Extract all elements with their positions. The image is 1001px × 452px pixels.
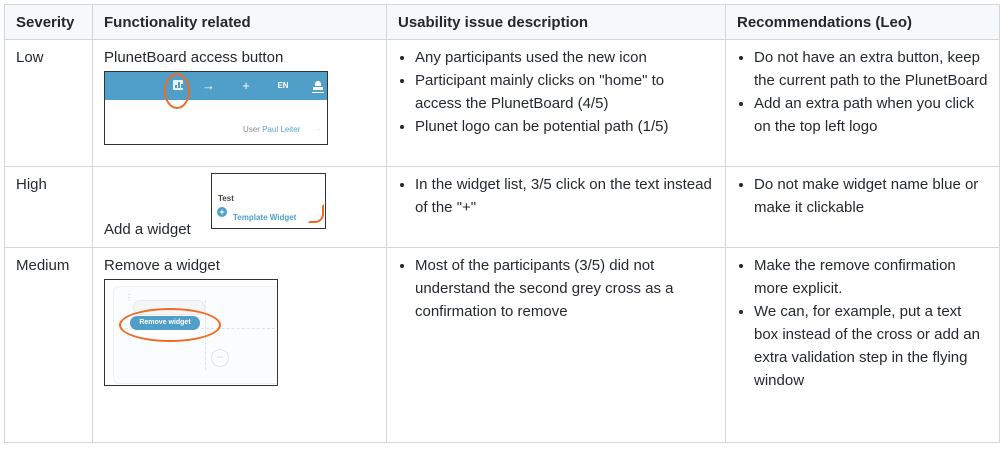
functionality-label: PlunetBoard access button <box>104 49 284 66</box>
plunetboard-toolbar-screenshot: → + EN User Paul Leiter → <box>104 71 328 145</box>
header-severity: Severity <box>4 4 93 40</box>
add-widget-screenshot: Test + Template Widget <box>211 173 326 229</box>
table-header-row: Severity Functionality related Usability… <box>4 4 1000 40</box>
description-list: In the widget list, 3/5 click on the tex… <box>398 173 714 219</box>
recommendation-item: Do not have an extra button, keep the cu… <box>754 46 988 92</box>
user-icon <box>312 72 324 100</box>
description-item: Plunet logo can be potential path (1/5) <box>415 115 714 138</box>
plus-icon: + <box>242 78 250 93</box>
severity-cell: Low <box>4 39 93 167</box>
grey-cross-icon: − <box>211 349 229 367</box>
table-row: Low PlunetBoard access button → + EN Use… <box>4 39 1000 167</box>
widget-name-link: Template Widget <box>233 213 297 222</box>
description-cell: Any participants used the new icon Parti… <box>386 39 726 167</box>
description-list: Most of the participants (3/5) did not u… <box>398 254 714 323</box>
user-name: Paul Leiter <box>262 125 301 134</box>
description-cell: Most of the participants (3/5) did not u… <box>386 247 726 443</box>
recommendations-list: Do not make widget name blue or make it … <box>737 173 988 219</box>
recommendation-item: We can, for example, put a text box inst… <box>754 300 988 392</box>
recommendations-list: Do not have an extra button, keep the cu… <box>737 46 988 138</box>
language-icon: EN <box>277 81 289 90</box>
toolbar-bar: → + EN <box>105 72 327 100</box>
functionality-label: Add a widget <box>104 221 191 238</box>
header-description: Usability issue description <box>386 4 726 40</box>
recommendation-item: Make the remove confirmation more explic… <box>754 254 988 300</box>
arrow-right-icon: → <box>202 78 215 93</box>
drag-handle-icon: ⋮ <box>125 293 133 302</box>
remove-widget-screenshot: ⋮ Remove widget − <box>104 279 278 386</box>
highlight-circle <box>164 73 190 109</box>
usability-issues-table: Severity Functionality related Usability… <box>4 4 1000 443</box>
recommendations-cell: Do not make widget name blue or make it … <box>725 166 1000 248</box>
description-item: Most of the participants (3/5) did not u… <box>415 254 714 323</box>
description-item: Participant mainly clicks on "home" to a… <box>415 69 714 115</box>
functionality-cell: Add a widget Test + Template Widget <box>92 166 387 248</box>
highlight-circle <box>119 308 221 342</box>
add-widget-icon: + <box>217 207 227 217</box>
description-item: In the widget list, 3/5 click on the tex… <box>415 173 714 219</box>
severity-cell: High <box>4 166 93 248</box>
description-cell: In the widget list, 3/5 click on the tex… <box>386 166 726 248</box>
description-list: Any participants used the new icon Parti… <box>398 46 714 138</box>
functionality-label: Remove a widget <box>104 257 220 274</box>
table-row: Medium Remove a widget ⋮ Remove widget −… <box>4 247 1000 443</box>
recommendations-cell: Make the remove confirmation more explic… <box>725 247 1000 443</box>
header-recommendations: Recommendations (Leo) <box>725 4 1000 40</box>
table-row: High Add a widget Test + Template Widget… <box>4 166 1000 248</box>
header-functionality: Functionality related <box>92 4 387 40</box>
recommendations-cell: Do not have an extra button, keep the cu… <box>725 39 1000 167</box>
recommendation-item: Add an extra path when you click on the … <box>754 92 988 138</box>
highlight-circle <box>308 204 324 223</box>
recommendations-list: Make the remove confirmation more explic… <box>737 254 988 392</box>
description-item: Any participants used the new icon <box>415 46 714 69</box>
functionality-cell: Remove a widget ⋮ Remove widget − <box>92 247 387 443</box>
severity-cell: Medium <box>4 247 93 443</box>
faint-arrow-icon: → <box>313 123 322 133</box>
user-prefix: User <box>243 125 260 134</box>
user-line: User Paul Leiter <box>243 118 300 141</box>
functionality-cell: PlunetBoard access button → + EN User Pa… <box>92 39 387 167</box>
recommendation-item: Do not make widget name blue or make it … <box>754 173 988 219</box>
